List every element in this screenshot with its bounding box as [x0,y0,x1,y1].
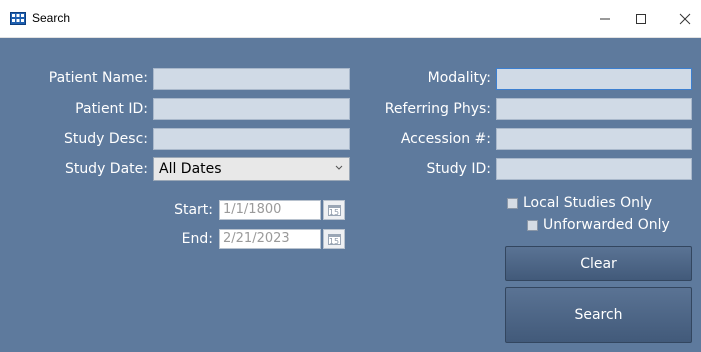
window-title: Search [32,11,71,25]
study-date-label: Study Date: [64,161,148,177]
end-date-input[interactable]: 2/21/2023 [219,229,321,249]
maximize-button[interactable] [618,0,664,38]
patient-name-input[interactable] [153,68,350,90]
chevron-down-icon [335,165,343,170]
study-id-input[interactable] [496,158,692,180]
start-label: Start: [174,202,213,218]
start-date-input[interactable]: 1/1/1800 [219,200,321,220]
unforwarded-label[interactable]: Unforwarded Only [543,217,670,233]
study-desc-input[interactable] [153,128,350,150]
study-id-label: Study ID: [426,161,492,177]
calendar-icon: 15 [327,233,341,246]
study-date-select[interactable]: All Dates [153,157,350,181]
title-bar: Search [0,0,701,38]
close-icon [679,13,691,25]
minimize-icon [600,18,610,20]
study-date-value: All Dates [159,161,222,177]
study-desc-label: Study Desc: [64,131,148,147]
local-studies-label[interactable]: Local Studies Only [523,195,652,211]
end-calendar-button[interactable]: 15 [323,229,345,249]
clear-button[interactable]: Clear [505,246,692,281]
local-studies-checkbox[interactable] [507,198,518,209]
referring-phys-input[interactable] [496,98,692,120]
close-button[interactable] [662,0,701,38]
patient-name-label: Patient Name: [48,70,148,86]
calendar-icon: 15 [327,204,341,217]
accession-input[interactable] [496,128,692,150]
app-grid-icon [10,12,26,25]
patient-id-label: Patient ID: [75,101,148,117]
accession-label: Accession #: [400,131,491,147]
search-button[interactable]: Search [505,287,692,343]
maximize-icon [636,14,646,24]
modality-input[interactable] [496,68,692,90]
unforwarded-checkbox[interactable] [527,220,538,231]
modality-label: Modality: [427,70,491,86]
end-label: End: [181,231,213,247]
referring-phys-label: Referring Phys: [384,101,491,117]
start-calendar-button[interactable]: 15 [323,200,345,220]
patient-id-input[interactable] [153,98,350,120]
